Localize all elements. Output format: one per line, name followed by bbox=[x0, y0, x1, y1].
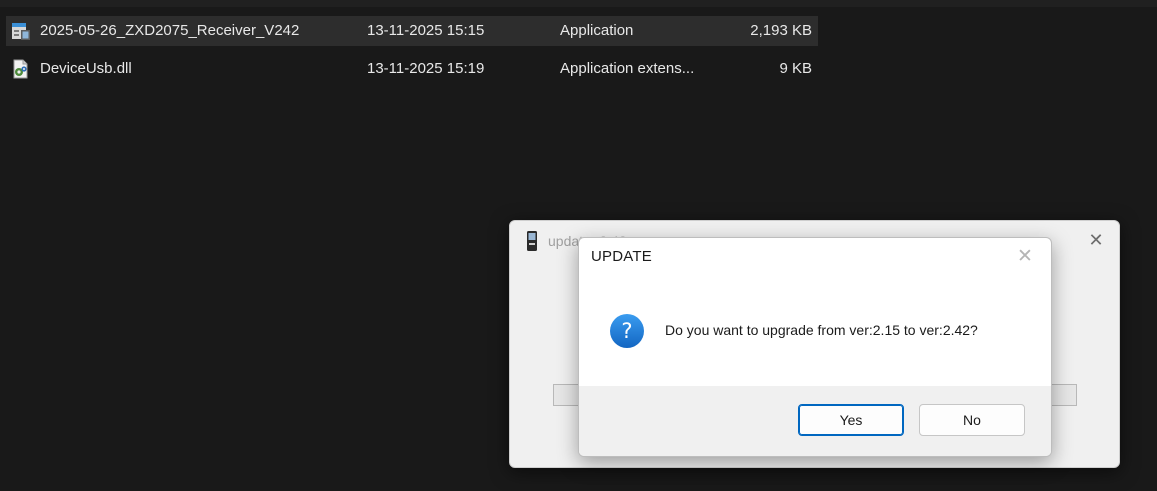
dialog-message: Do you want to upgrade from ver:2.15 to … bbox=[665, 322, 978, 338]
file-date: 13-11-2025 15:19 bbox=[367, 60, 485, 77]
file-name: 2025-05-26_ZXD2075_Receiver_V242 bbox=[40, 22, 300, 39]
question-icon: ? bbox=[610, 314, 644, 348]
file-type: Application bbox=[560, 22, 634, 39]
dialog-title: UPDATE bbox=[591, 248, 652, 265]
update-dialog: UPDATE ✕ ? Do you want to upgrade from v… bbox=[578, 237, 1052, 457]
no-button[interactable]: No bbox=[919, 404, 1025, 436]
file-name: DeviceUsb.dll bbox=[40, 60, 132, 77]
file-size: 9 KB bbox=[779, 60, 812, 77]
application-exe-icon bbox=[527, 231, 537, 251]
file-type: Application extens... bbox=[560, 60, 695, 77]
explorer-header-strip bbox=[0, 0, 1157, 7]
dialog-footer: Yes No bbox=[579, 386, 1051, 456]
application-exe-icon bbox=[12, 23, 30, 40]
file-row-receiver[interactable]: 2025-05-26_ZXD2075_Receiver_V242 13-11-2… bbox=[6, 16, 818, 46]
dll-gear-file-icon bbox=[13, 59, 28, 79]
screen: 2025-05-26_ZXD2075_Receiver_V242 13-11-2… bbox=[0, 0, 1157, 491]
yes-button[interactable]: Yes bbox=[798, 404, 904, 436]
question-glyph: ? bbox=[621, 319, 632, 343]
file-row-deviceusb[interactable]: DeviceUsb.dll 13-11-2025 15:19 Applicati… bbox=[6, 54, 818, 84]
file-date: 13-11-2025 15:15 bbox=[367, 22, 485, 39]
close-icon[interactable]: ✕ bbox=[1014, 246, 1036, 268]
file-size: 2,193 KB bbox=[750, 22, 812, 39]
close-icon[interactable]: ✕ bbox=[1087, 231, 1105, 249]
